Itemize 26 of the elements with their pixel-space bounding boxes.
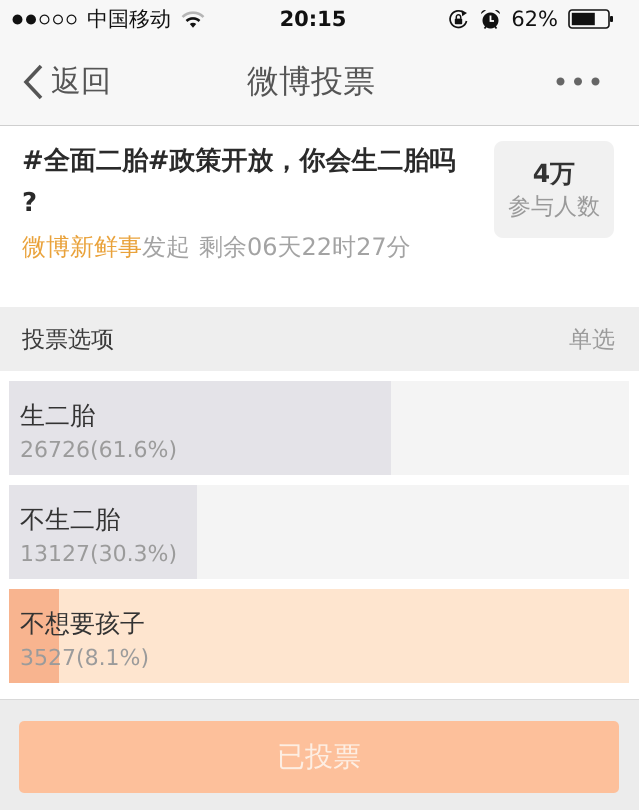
time-remaining: 剩余06天22时27分 xyxy=(199,232,411,262)
poll-action: 发起 xyxy=(142,232,190,262)
poll-option[interactable]: 生二胎 26726(61.6%) xyxy=(9,381,629,475)
rotation-lock-icon xyxy=(447,8,470,30)
wifi-icon xyxy=(181,10,205,28)
battery-percentage: 62% xyxy=(511,7,558,31)
status-time: 20:15 xyxy=(280,7,346,31)
option-label: 不想要孩子 xyxy=(20,608,145,640)
section-title: 投票选项 xyxy=(22,326,114,354)
page-title: 微博投票 xyxy=(247,60,375,102)
option-label: 不生二胎 xyxy=(20,504,120,536)
more-icon[interactable] xyxy=(556,77,600,86)
carrier-name: 中国移动 xyxy=(87,6,171,33)
participant-count: 4万 xyxy=(532,158,576,190)
poll-option[interactable]: 不生二胎 13127(30.3%) xyxy=(9,485,629,579)
participant-label: 参与人数 xyxy=(508,192,600,222)
option-result: 26726(61.6%) xyxy=(20,437,178,465)
poll-question: #全面二胎#政策开放，你会生二胎吗? xyxy=(22,145,457,220)
signal-strength-icon xyxy=(12,14,77,24)
back-button[interactable]: 返回 xyxy=(22,62,111,102)
battery-icon xyxy=(568,9,614,29)
option-result: 13127(30.3%) xyxy=(20,541,178,569)
alarm-clock-icon xyxy=(480,8,502,30)
chevron-left-icon xyxy=(22,64,44,100)
option-label: 生二胎 xyxy=(20,400,95,432)
selection-mode: 单选 xyxy=(569,326,615,354)
